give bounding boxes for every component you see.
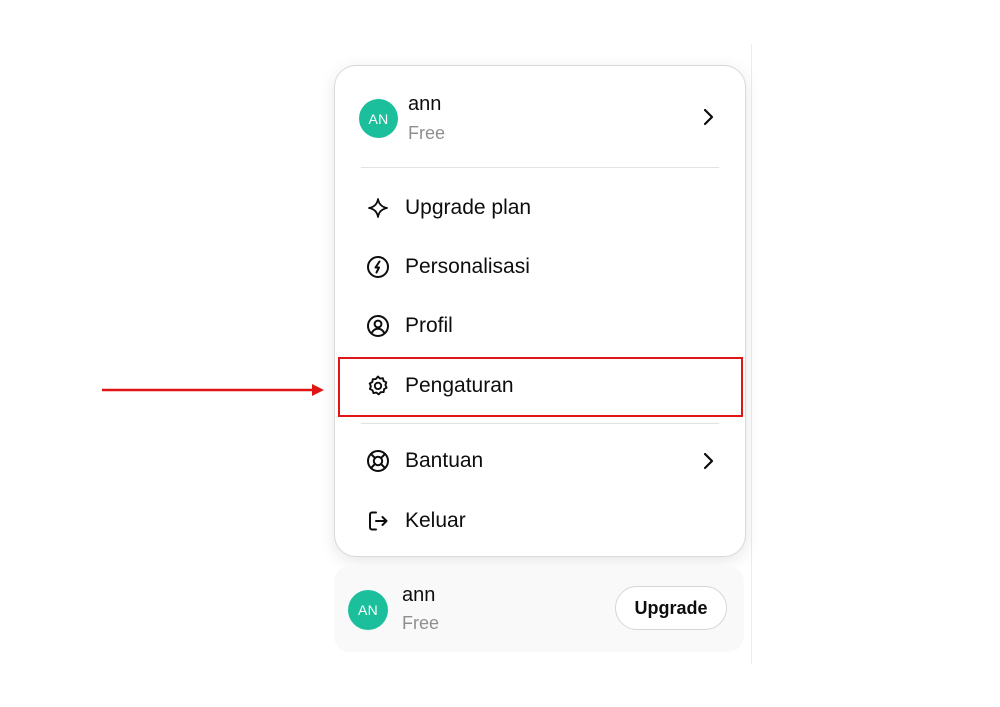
chevron-right-icon: [697, 450, 719, 472]
logout-icon: [365, 508, 391, 534]
lifebuoy-icon: [365, 448, 391, 474]
account-name: ann: [402, 584, 436, 606]
account-footer[interactable]: AN ann Free Upgrade: [334, 566, 744, 652]
account-plan: Free: [408, 123, 446, 143]
menu-item-pengaturan[interactable]: Pengaturan: [335, 358, 745, 414]
personalize-icon: [365, 254, 391, 280]
menu-divider: [361, 423, 719, 424]
menu-item-keluar[interactable]: Keluar: [335, 493, 745, 549]
menu-item-personalisasi[interactable]: Personalisasi: [335, 239, 745, 295]
page: AN ann Free Upgrade plan Personalisasi P…: [0, 0, 1000, 707]
menu-item-profil[interactable]: Profil: [335, 298, 745, 354]
user-circle-icon: [365, 313, 391, 339]
account-switcher[interactable]: AN ann Free: [335, 66, 745, 166]
menu-item-label: Personalisasi: [405, 255, 530, 278]
account-menu: AN ann Free Upgrade plan Personalisasi P…: [334, 65, 746, 557]
menu-item-label: Pengaturan: [405, 374, 514, 397]
menu-item-upgrade-plan[interactable]: Upgrade plan: [335, 180, 745, 236]
gear-icon: [365, 373, 391, 399]
menu-item-label: Bantuan: [405, 449, 484, 472]
menu-item-label: Keluar: [405, 509, 466, 532]
menu-item-label: Upgrade plan: [405, 196, 532, 219]
account-name: ann: [408, 93, 442, 115]
menu-item-label: Profil: [405, 314, 453, 337]
chevron-right-icon: [697, 106, 719, 128]
avatar: AN: [348, 590, 388, 630]
sparkle-icon: [365, 195, 391, 221]
avatar: AN: [359, 99, 398, 138]
menu-divider: [361, 167, 719, 168]
annotation-arrow-icon: [102, 384, 324, 396]
account-plan: Free: [402, 613, 440, 633]
menu-item-bantuan[interactable]: Bantuan: [335, 433, 745, 489]
sidebar-edge-divider: [751, 44, 752, 664]
upgrade-button[interactable]: Upgrade: [615, 586, 727, 630]
